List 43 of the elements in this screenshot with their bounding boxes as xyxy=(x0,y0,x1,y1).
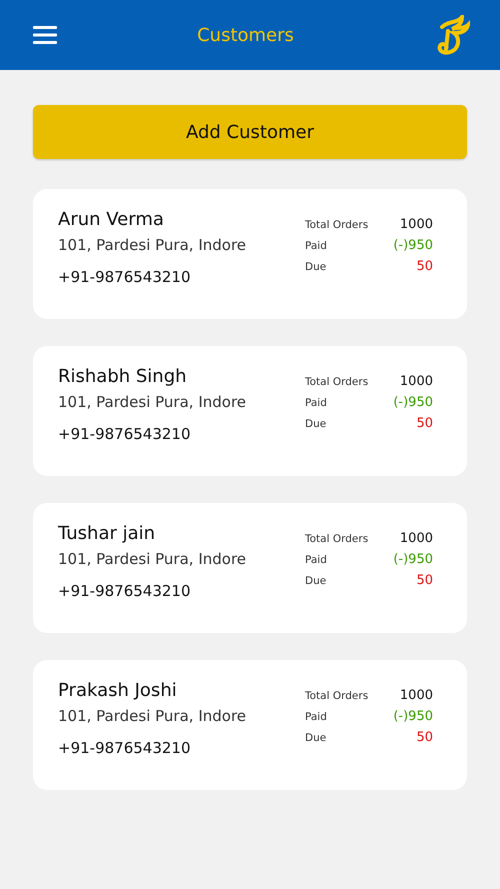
stat-label: Paid xyxy=(305,554,327,566)
customer-phone: +91-9876543210 xyxy=(58,739,192,757)
stat-value: 1000 xyxy=(400,217,433,232)
stat-value: (-)950 xyxy=(393,552,433,567)
stat-value: 1000 xyxy=(400,374,433,389)
customer-card[interactable]: Prakash Joshi 101, Pardesi Pura, Indore +91-9876543210 Total Orders 1000 Paid (-)950 Due 50 xyxy=(33,660,467,790)
stat-value: (-)950 xyxy=(393,238,433,253)
customer-address: 101, Pardesi Pura, Indore xyxy=(58,393,246,411)
stat-label: Due xyxy=(305,418,326,430)
customer-phone: +91-9876543210 xyxy=(58,425,192,443)
stat-label: Total Orders xyxy=(305,533,368,545)
stat-label: Paid xyxy=(305,711,327,723)
stat-value: 1000 xyxy=(400,688,433,703)
stat-label: Total Orders xyxy=(305,690,368,702)
customer-address: 101, Pardesi Pura, Indore xyxy=(58,236,246,254)
screen-title: Customers xyxy=(197,24,294,46)
customer-name: Tushar jain xyxy=(58,523,156,544)
stat-label: Due xyxy=(305,732,326,744)
customer-name: Prakash Joshi xyxy=(58,680,178,701)
customer-address: 101, Pardesi Pura, Indore xyxy=(58,550,246,568)
stat-label: Paid xyxy=(305,397,327,409)
add-customer-button[interactable]: Add Customer xyxy=(33,105,467,159)
stat-value: 50 xyxy=(416,730,433,745)
stat-label: Due xyxy=(305,575,326,587)
customer-address: 101, Pardesi Pura, Indore xyxy=(58,707,246,725)
stat-value: 1000 xyxy=(400,531,433,546)
stat-label: Due xyxy=(305,261,326,273)
stat-value: (-)950 xyxy=(393,709,433,724)
customer-phone: +91-9876543210 xyxy=(58,268,192,286)
stat-value: (-)950 xyxy=(393,395,433,410)
stat-value: 50 xyxy=(416,573,433,588)
stat-value: 50 xyxy=(416,259,433,274)
customer-card[interactable]: Rishabh Singh 101, Pardesi Pura, Indore +91-9876543210 Total Orders 1000 Paid (-)950 Due 50 xyxy=(33,346,467,476)
stat-label: Total Orders xyxy=(305,376,368,388)
customer-card[interactable]: Tushar jain 101, Pardesi Pura, Indore +91-9876543210 Total Orders 1000 Paid (-)950 Due 50 xyxy=(33,503,467,633)
stat-label: Paid xyxy=(305,240,327,252)
customer-card[interactable]: Arun Verma 101, Pardesi Pura, Indore +91-9876543210 Total Orders 1000 Paid (-)950 Due 50 xyxy=(33,189,467,319)
customer-phone: +91-9876543210 xyxy=(58,582,192,600)
customer-name: Arun Verma xyxy=(58,209,165,230)
customer-name: Rishabh Singh xyxy=(58,366,188,387)
stat-label: Total Orders xyxy=(305,219,368,231)
menu-icon[interactable] xyxy=(33,26,57,44)
stat-value: 50 xyxy=(416,416,433,431)
